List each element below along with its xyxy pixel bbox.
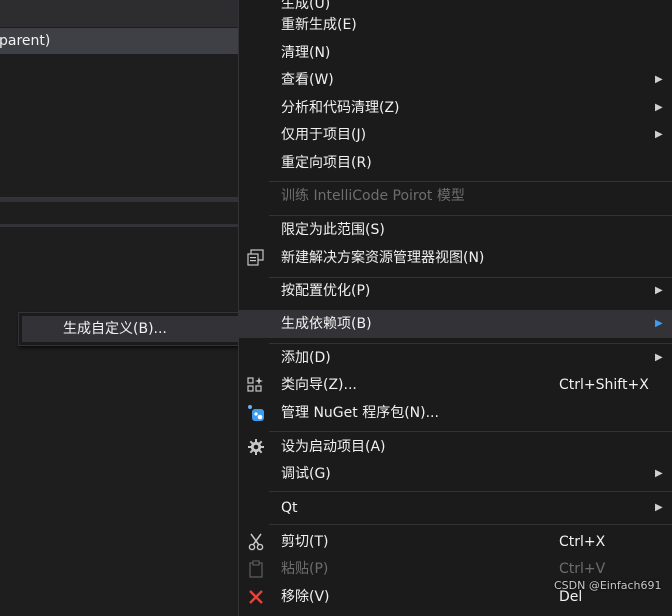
menu-item-set-startup-project[interactable]: 设为启动项目(A) xyxy=(239,433,672,461)
watermark: CSDN @Einfach691 xyxy=(554,579,662,592)
submenu-arrow-icon: ▶ xyxy=(655,352,663,363)
menu-item-debug[interactable]: 调试(G) ▶ xyxy=(239,460,672,488)
menu-separator xyxy=(269,524,672,525)
solution-tree-selected-row[interactable]: parent) xyxy=(0,28,238,54)
menu-item-view[interactable]: 查看(W) ▶ xyxy=(239,66,672,94)
menu-item-add[interactable]: 添加(D) ▶ xyxy=(239,344,672,372)
menu-item-train-intellicode: 训练 IntelliCode Poirot 模型 xyxy=(281,188,465,204)
menu-item-manage-nuget[interactable]: 管理 NuGet 程序包(N)... xyxy=(239,399,672,427)
submenu-arrow-icon: ▶ xyxy=(655,74,663,85)
project-context-menu: 生成(U) 重新生成(E) 清理(N) 查看(W) ▶ 分析和代码清理(Z) ▶… xyxy=(238,0,672,616)
build-customizations-menu-item[interactable]: 生成自定义(B)... xyxy=(22,316,239,342)
menu-item-project-only[interactable]: 仅用于项目(J) ▶ xyxy=(239,121,672,149)
menu-item-cut[interactable]: 剪切(T) Ctrl+X xyxy=(239,528,672,556)
submenu-arrow-icon: ▶ xyxy=(655,468,663,479)
clipboard-icon xyxy=(247,560,265,578)
left-panel-divider xyxy=(0,224,238,227)
submenu-arrow-icon: ▶ xyxy=(655,102,663,113)
class-wizard-icon xyxy=(247,376,265,394)
submenu-arrow-icon: ▶ xyxy=(655,318,663,329)
menu-item-clean[interactable]: 清理(N) xyxy=(239,39,672,67)
menu-item-build-dependencies[interactable]: 生成依赖项(B) ▶ xyxy=(239,310,672,338)
menu-separator xyxy=(269,431,672,432)
left-panel-divider xyxy=(0,197,238,202)
submenu-arrow-icon: ▶ xyxy=(655,129,663,140)
scissors-icon xyxy=(247,533,265,551)
submenu-arrow-icon: ▶ xyxy=(655,502,663,513)
menu-item-retarget-project[interactable]: 重定向项目(R) xyxy=(239,149,672,177)
new-view-icon xyxy=(247,249,265,267)
tree-row-label: parent) xyxy=(0,33,51,49)
close-icon xyxy=(247,588,265,606)
build-dependencies-submenu: 生成自定义(B)... xyxy=(18,312,243,346)
gear-icon xyxy=(247,438,265,456)
menu-item-profile-guided-opt[interactable]: 按配置优化(P) ▶ xyxy=(239,277,672,305)
menu-item-qt[interactable]: Qt ▶ xyxy=(239,494,672,522)
submenu-arrow-icon: ▶ xyxy=(655,285,663,296)
left-panel-header xyxy=(0,0,238,27)
menu-item-class-wizard[interactable]: 类向导(Z)... Ctrl+Shift+X xyxy=(239,371,672,399)
nuget-icon xyxy=(247,404,265,422)
menu-shortcut: Ctrl+X xyxy=(559,534,606,550)
menu-item-new-explorer-view[interactable]: 新建解决方案资源管理器视图(N) xyxy=(239,244,672,272)
menu-item-analyze-code-cleanup[interactable]: 分析和代码清理(Z) ▶ xyxy=(239,94,672,122)
menu-item-scope-to-this[interactable]: 限定为此范围(S) xyxy=(239,216,672,244)
menu-separator xyxy=(269,491,672,492)
submenu-item-label: 生成自定义(B)... xyxy=(63,321,167,337)
menu-shortcut: Ctrl+Shift+X xyxy=(559,377,649,393)
menu-item-rebuild[interactable]: 重新生成(E) xyxy=(239,11,672,39)
